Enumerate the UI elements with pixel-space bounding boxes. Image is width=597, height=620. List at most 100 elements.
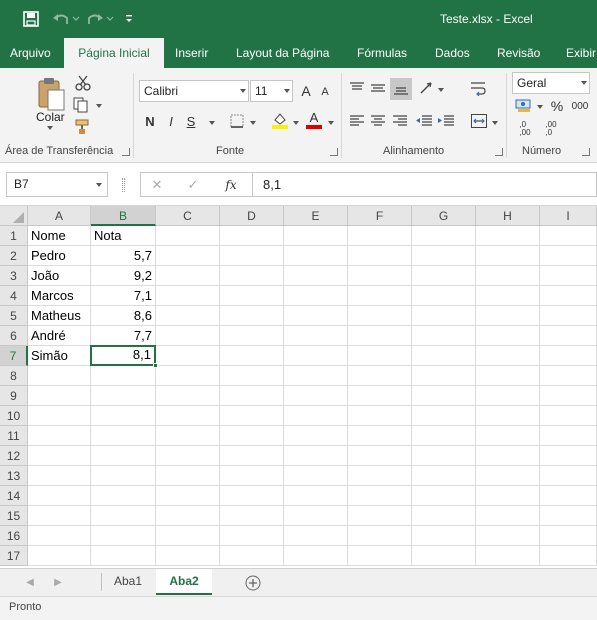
orientation-dropdown-icon[interactable] [438,88,444,92]
cell-f15[interactable] [348,506,412,526]
align-top-icon[interactable] [349,80,365,96]
row-header-7[interactable]: 7 [0,346,28,366]
cell-g7[interactable] [412,346,476,366]
fill-color-icon[interactable] [270,110,290,130]
cell-g14[interactable] [412,486,476,506]
cell-h9[interactable] [476,386,540,406]
cell-a3[interactable]: João [28,266,91,286]
cell-c5[interactable] [156,306,220,326]
column-header-d[interactable]: D [220,206,284,226]
cell-h2[interactable] [476,246,540,266]
sheet-tab-aba1[interactable]: Aba1 [102,569,154,595]
row-header-11[interactable]: 11 [0,426,28,446]
cell-g3[interactable] [412,266,476,286]
column-header-c[interactable]: C [156,206,220,226]
cell-f10[interactable] [348,406,412,426]
number-format-select[interactable]: Geral [512,72,590,94]
cell-g11[interactable] [412,426,476,446]
cell-b15[interactable] [91,506,156,526]
font-name-dropdown-icon[interactable] [240,89,246,93]
cell-e9[interactable] [284,386,348,406]
row-header-9[interactable]: 9 [0,386,28,406]
cell-a17[interactable] [28,546,91,566]
cell-c16[interactable] [156,526,220,546]
cell-e16[interactable] [284,526,348,546]
number-launcher-icon[interactable] [582,148,590,156]
cell-c9[interactable] [156,386,220,406]
cell-h5[interactable] [476,306,540,326]
cell-e2[interactable] [284,246,348,266]
row-header-6[interactable]: 6 [0,326,28,346]
cell-f5[interactable] [348,306,412,326]
cell-a7[interactable]: Simão [28,346,91,366]
row-header-15[interactable]: 15 [0,506,28,526]
tab-dados[interactable]: Dados [425,38,480,68]
cell-h13[interactable] [476,466,540,486]
cell-d9[interactable] [220,386,284,406]
insert-function-icon[interactable]: fx [221,176,241,193]
cell-h1[interactable] [476,226,540,246]
fill-handle[interactable] [153,363,158,368]
cell-g9[interactable] [412,386,476,406]
sheet-tab-aba2[interactable]: Aba2 [156,569,212,595]
cell-b12[interactable] [91,446,156,466]
tab-inserir[interactable]: Inserir [165,38,218,68]
cell-c4[interactable] [156,286,220,306]
cell-d4[interactable] [220,286,284,306]
cell-e8[interactable] [284,366,348,386]
cell-e17[interactable] [284,546,348,566]
font-color-dropdown-icon[interactable] [328,121,334,125]
row-header-5[interactable]: 5 [0,306,28,326]
merge-center-icon[interactable] [470,112,488,130]
cell-i8[interactable] [540,366,597,386]
cell-c3[interactable] [156,266,220,286]
active-cell-b7[interactable]: 8,1 [90,345,156,366]
cell-d17[interactable] [220,546,284,566]
tab-arquivo[interactable]: Arquivo [0,38,61,68]
cell-f16[interactable] [348,526,412,546]
cell-c1[interactable] [156,226,220,246]
cell-f11[interactable] [348,426,412,446]
cell-f2[interactable] [348,246,412,266]
shrink-font-icon[interactable]: A [318,83,332,101]
cell-e11[interactable] [284,426,348,446]
cell-f14[interactable] [348,486,412,506]
cell-e4[interactable] [284,286,348,306]
cell-c8[interactable] [156,366,220,386]
cell-i15[interactable] [540,506,597,526]
cell-i14[interactable] [540,486,597,506]
cell-a8[interactable] [28,366,91,386]
bold-button[interactable]: N [142,112,158,130]
font-name-select[interactable]: Calibri [139,80,249,102]
cell-d1[interactable] [220,226,284,246]
cell-i9[interactable] [540,386,597,406]
cell-h11[interactable] [476,426,540,446]
copy-dropdown-icon[interactable] [96,104,102,108]
row-header-13[interactable]: 13 [0,466,28,486]
cell-d7[interactable] [220,346,284,366]
accounting-dropdown-icon[interactable] [537,105,543,109]
paste-icon[interactable] [34,74,68,114]
customize-qat-icon[interactable] [122,10,136,28]
cell-c11[interactable] [156,426,220,446]
cell-d6[interactable] [220,326,284,346]
cell-i1[interactable] [540,226,597,246]
column-header-a[interactable]: A [28,206,91,226]
column-header-e[interactable]: E [284,206,348,226]
cell-e3[interactable] [284,266,348,286]
row-header-8[interactable]: 8 [0,366,28,386]
cell-f6[interactable] [348,326,412,346]
cell-f1[interactable] [348,226,412,246]
accounting-format-icon[interactable] [514,98,534,114]
copy-icon[interactable] [71,96,93,114]
cell-i3[interactable] [540,266,597,286]
cell-e7[interactable] [284,346,348,366]
borders-icon[interactable] [228,112,246,130]
cell-a11[interactable] [28,426,91,446]
cell-b8[interactable] [91,366,156,386]
cell-a4[interactable]: Marcos [28,286,91,306]
cell-h7[interactable] [476,346,540,366]
underline-button[interactable]: S [184,112,198,130]
cell-b1[interactable]: Nota [91,226,156,246]
tab-layout-da-pagina[interactable]: Layout da Página [226,38,339,68]
